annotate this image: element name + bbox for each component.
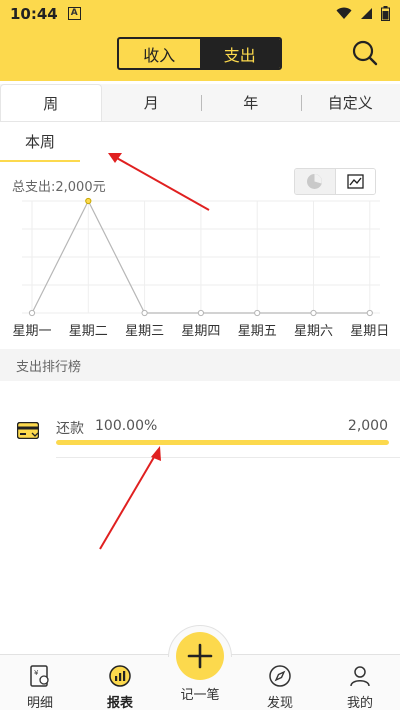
chart-point xyxy=(197,309,204,317)
tab-divider xyxy=(201,95,202,111)
chart-point xyxy=(366,309,373,317)
tab-year-label: 年 xyxy=(243,94,259,112)
user-icon xyxy=(350,666,370,687)
income-tab[interactable]: 收入 xyxy=(119,39,200,68)
tab-custom[interactable]: 自定义 xyxy=(300,84,400,121)
nav-item-me[interactable]: 我的 xyxy=(320,655,400,710)
nav-label-me: 我的 xyxy=(346,696,373,710)
chart-tick-label: 星期日 xyxy=(350,324,389,339)
notification-icon: A xyxy=(67,7,81,20)
chart-point xyxy=(141,309,148,317)
chart-point xyxy=(310,309,317,317)
chart-tick-label: 星期一 xyxy=(12,324,51,339)
status-bar: 10:44 A xyxy=(0,0,400,27)
sub-tabs: 本周 xyxy=(0,122,400,162)
ranking-row[interactable]: 还款 100.00% 2,000 xyxy=(0,410,400,458)
expense-tab[interactable]: 支出 xyxy=(199,39,280,68)
nav-item-report[interactable]: 报表 xyxy=(80,655,160,710)
nav-label-report: 报表 xyxy=(106,696,133,710)
ranking-progress-bar xyxy=(56,440,389,445)
compass-icon xyxy=(269,665,291,687)
wifi-icon xyxy=(336,7,352,19)
divider xyxy=(56,457,400,458)
tab-year[interactable]: 年 xyxy=(201,84,301,121)
tab-week[interactable]: 周 xyxy=(0,84,102,121)
tab-month-label: 月 xyxy=(143,94,159,112)
chart-area: 总支出:2,000元 星期一 星期二 星期三 星期四 星期五 星期六 星期日 xyxy=(0,163,400,349)
report-icon xyxy=(109,665,131,687)
chart-point xyxy=(28,309,36,317)
ranking-percent: 100.00% xyxy=(95,418,158,434)
app-header: 收入 支出 xyxy=(0,27,400,81)
ranking-progress-fill xyxy=(56,440,389,445)
ledger-icon: ¥ xyxy=(30,665,49,687)
chart-tick-label: 星期四 xyxy=(181,324,220,339)
add-record-button[interactable] xyxy=(176,632,224,680)
signal-icon xyxy=(361,8,372,19)
tab-custom-label: 自定义 xyxy=(327,94,373,112)
credit-card-icon xyxy=(17,422,39,439)
ranking-header: 支出排行榜 xyxy=(0,349,400,381)
tab-week-label: 周 xyxy=(43,94,59,113)
nav-label-add: 记一笔 xyxy=(180,688,220,703)
chart-point xyxy=(254,309,261,317)
status-indicators xyxy=(336,6,390,21)
ranking-name: 还款 xyxy=(56,421,84,437)
income-expense-toggle: 收入 支出 xyxy=(117,37,282,70)
battery-icon xyxy=(381,6,390,21)
search-icon xyxy=(352,40,378,66)
chart-tick-label: 星期二 xyxy=(69,324,108,339)
period-tabs: 周 月 年 自定义 xyxy=(0,84,400,122)
subtab-this-week[interactable]: 本周 xyxy=(0,122,80,162)
nav-label-discover: 发现 xyxy=(266,696,293,710)
plus-icon xyxy=(187,643,213,669)
nav-item-discover[interactable]: 发现 xyxy=(240,655,320,710)
nav-label-ledger: 明细 xyxy=(26,696,53,710)
chart-tick-label: 星期五 xyxy=(238,324,277,339)
ranking-amount: 2,000 xyxy=(347,418,388,434)
chart-tick-label: 星期六 xyxy=(294,324,333,339)
annotation-arrow xyxy=(99,451,158,550)
chart-tick-label: 星期三 xyxy=(125,324,164,339)
tab-month[interactable]: 月 xyxy=(102,84,202,121)
status-time: 10:44 xyxy=(10,4,58,23)
line-chart: 星期一 星期二 星期三 星期四 星期五 星期六 星期日 xyxy=(12,197,389,339)
nav-item-ledger[interactable]: ¥ 明细 xyxy=(0,655,80,710)
tab-divider xyxy=(300,95,302,111)
chart-point xyxy=(85,197,92,205)
svg-text:¥: ¥ xyxy=(34,669,39,677)
search-button[interactable] xyxy=(352,40,378,66)
